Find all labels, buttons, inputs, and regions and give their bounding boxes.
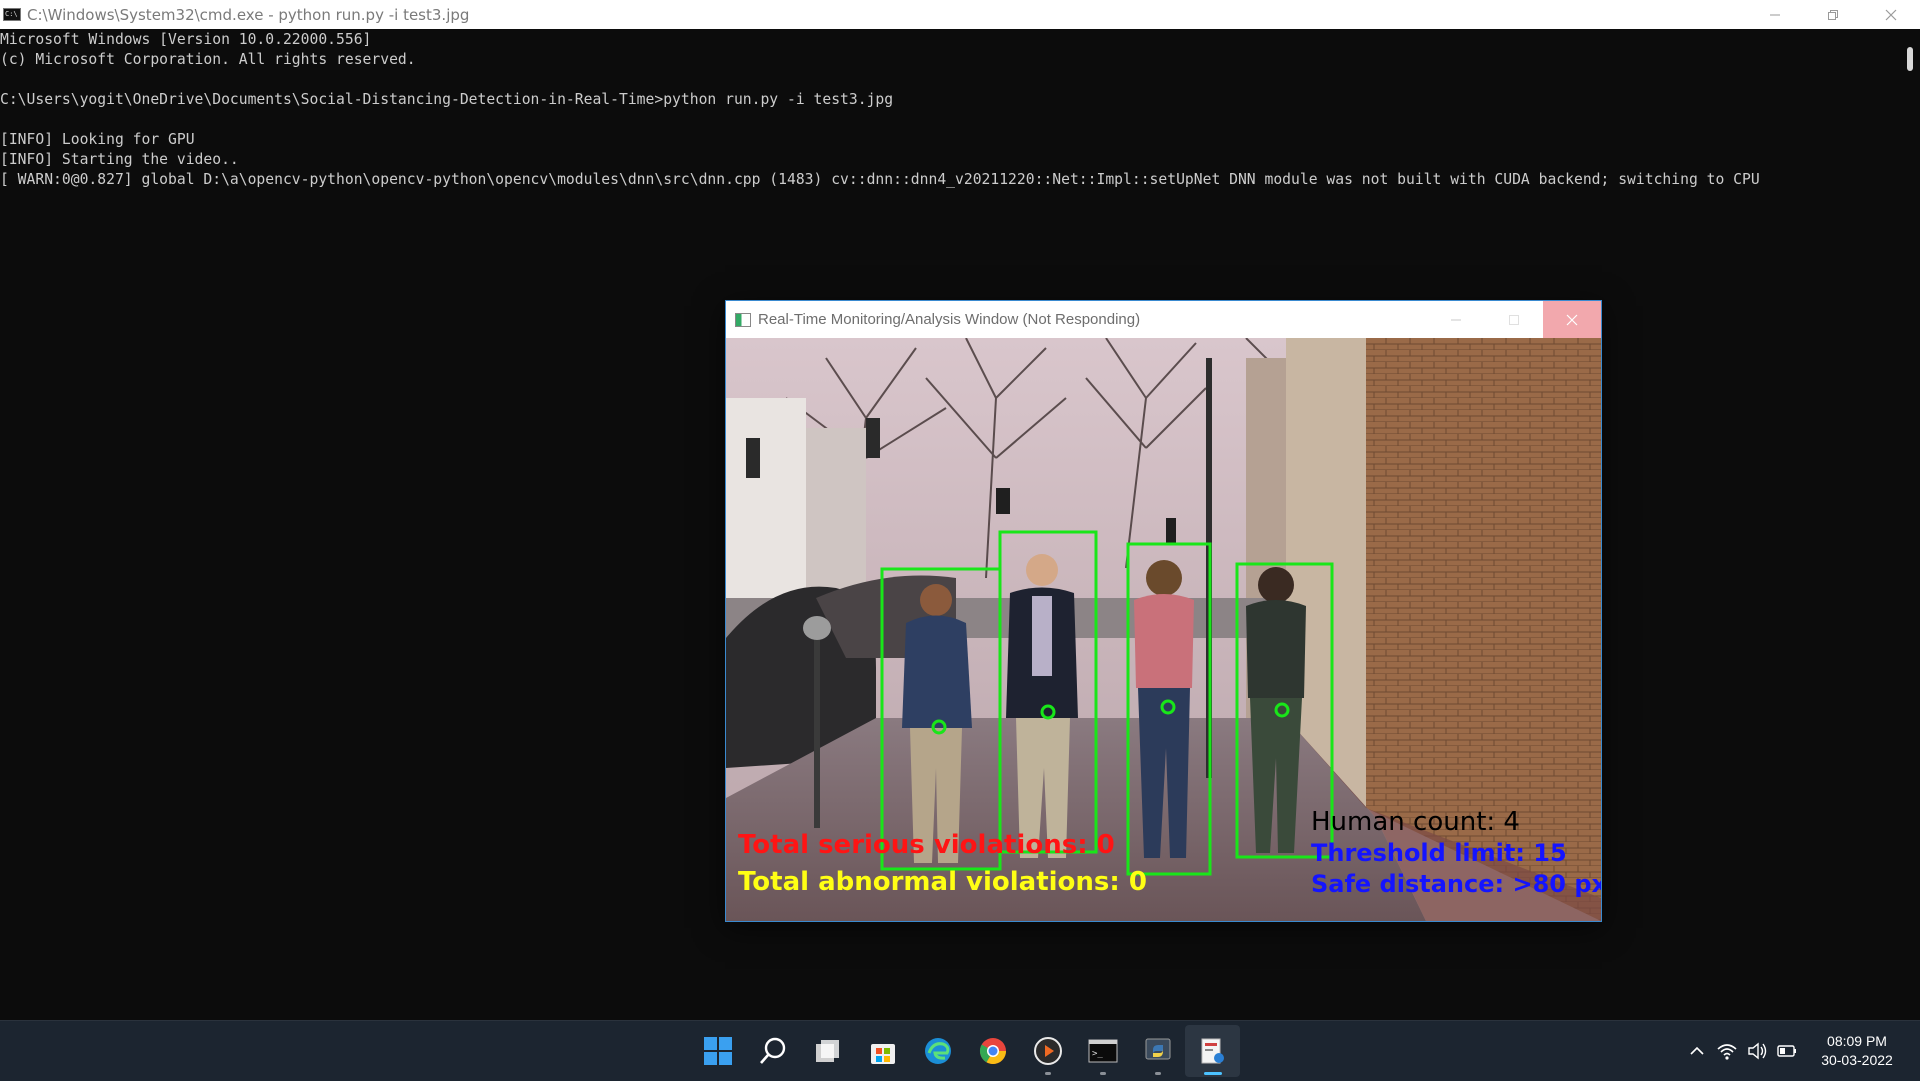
console-line: [INFO] Looking for GPU — [0, 131, 195, 148]
safe-distance-text: Safe distance: >80 px — [1311, 870, 1601, 898]
svg-text:>_: >_ — [1092, 1049, 1103, 1059]
minimize-button[interactable] — [1746, 0, 1804, 29]
minimize-icon — [1770, 14, 1780, 15]
serious-violations-text: Total serious violations: 0 — [738, 830, 1115, 860]
taskbar: >_ 08:09 PM 30-03-2022 — [0, 1020, 1920, 1081]
monitor-close-button[interactable] — [1543, 301, 1601, 338]
search-icon — [759, 1037, 785, 1064]
monitoring-titlebar[interactable]: Real-Time Monitoring/Analysis Window (No… — [726, 301, 1601, 338]
media-player-button[interactable] — [1020, 1025, 1075, 1077]
monitor-app-button[interactable] — [1185, 1025, 1240, 1077]
detection-frame: Total serious violations: 0 Total abnorm… — [726, 338, 1601, 921]
monitoring-window[interactable]: Real-Time Monitoring/Analysis Window (No… — [725, 300, 1602, 922]
console-line: C:\Users\yogit\OneDrive\Documents\Social… — [0, 91, 894, 108]
edge-button[interactable] — [910, 1025, 965, 1077]
start-icon — [703, 1037, 732, 1065]
task-view-icon — [815, 1040, 839, 1062]
street-scene: Total serious violations: 0 Total abnorm… — [726, 338, 1601, 921]
store-button[interactable] — [855, 1025, 910, 1077]
clock-date: 30-03-2022 — [1821, 1052, 1893, 1068]
console-line: [INFO] Starting the video.. — [0, 151, 239, 168]
wifi-icon — [1717, 1044, 1737, 1060]
clock-time: 08:09 PM — [1827, 1033, 1887, 1049]
terminal-icon: >_ — [1088, 1039, 1117, 1063]
media-player-icon — [1033, 1037, 1062, 1065]
store-icon — [870, 1044, 895, 1064]
monitor-minimize-button[interactable] — [1427, 301, 1485, 338]
monitor-app-icon — [1201, 1038, 1224, 1064]
close-icon — [1885, 9, 1897, 20]
volume-icon — [1748, 1042, 1767, 1060]
minimize-icon — [1451, 319, 1461, 320]
abnormal-violations-text: Total abnormal violations: 0 — [738, 867, 1147, 897]
console-scrollbar[interactable] — [1900, 29, 1920, 1019]
chrome-button[interactable] — [965, 1025, 1020, 1077]
console-line: Microsoft Windows [Version 10.0.22000.55… — [0, 31, 372, 48]
clock[interactable]: 08:09 PM 30-03-2022 — [1802, 1032, 1912, 1070]
cmd-titlebar[interactable]: C:\ C:\Windows\System32\cmd.exe - python… — [0, 0, 1920, 29]
python-button[interactable] — [1130, 1025, 1185, 1077]
battery-icon — [1777, 1045, 1796, 1057]
close-button[interactable] — [1862, 0, 1920, 29]
cmd-window-title: C:\Windows\System32\cmd.exe - python run… — [27, 5, 470, 24]
python-icon — [1145, 1038, 1170, 1060]
app-window-icon — [735, 312, 751, 327]
chrome-icon — [979, 1038, 1006, 1065]
restore-button[interactable] — [1804, 0, 1862, 29]
terminal-button[interactable]: >_ — [1075, 1025, 1130, 1077]
cmd-icon: C:\ — [3, 8, 21, 21]
wifi-button[interactable] — [1712, 1021, 1742, 1081]
battery-button[interactable] — [1772, 1021, 1802, 1081]
volume-button[interactable] — [1742, 1021, 1772, 1081]
search-button[interactable] — [745, 1025, 800, 1077]
scrollbar-thumb[interactable] — [1907, 47, 1913, 71]
task-view-button[interactable] — [800, 1025, 855, 1077]
chevron-up-icon — [1690, 1046, 1704, 1055]
threshold-limit-text: Threshold limit: 15 — [1311, 839, 1567, 867]
human-count-text: Human count: 4 — [1311, 807, 1520, 837]
monitor-maximize-button[interactable] — [1485, 301, 1543, 338]
monitoring-window-title: Real-Time Monitoring/Analysis Window (No… — [758, 311, 1141, 328]
show-hidden-icons-button[interactable] — [1682, 1021, 1712, 1081]
maximize-icon — [1509, 314, 1519, 325]
console-line: (c) Microsoft Corporation. All rights re… — [0, 51, 416, 68]
close-icon — [1566, 314, 1578, 325]
edge-icon — [924, 1038, 951, 1064]
console-line: [ WARN:0@0.827] global D:\a\opencv-pytho… — [0, 171, 1760, 188]
start-button[interactable] — [690, 1025, 745, 1077]
restore-icon — [1828, 9, 1838, 20]
